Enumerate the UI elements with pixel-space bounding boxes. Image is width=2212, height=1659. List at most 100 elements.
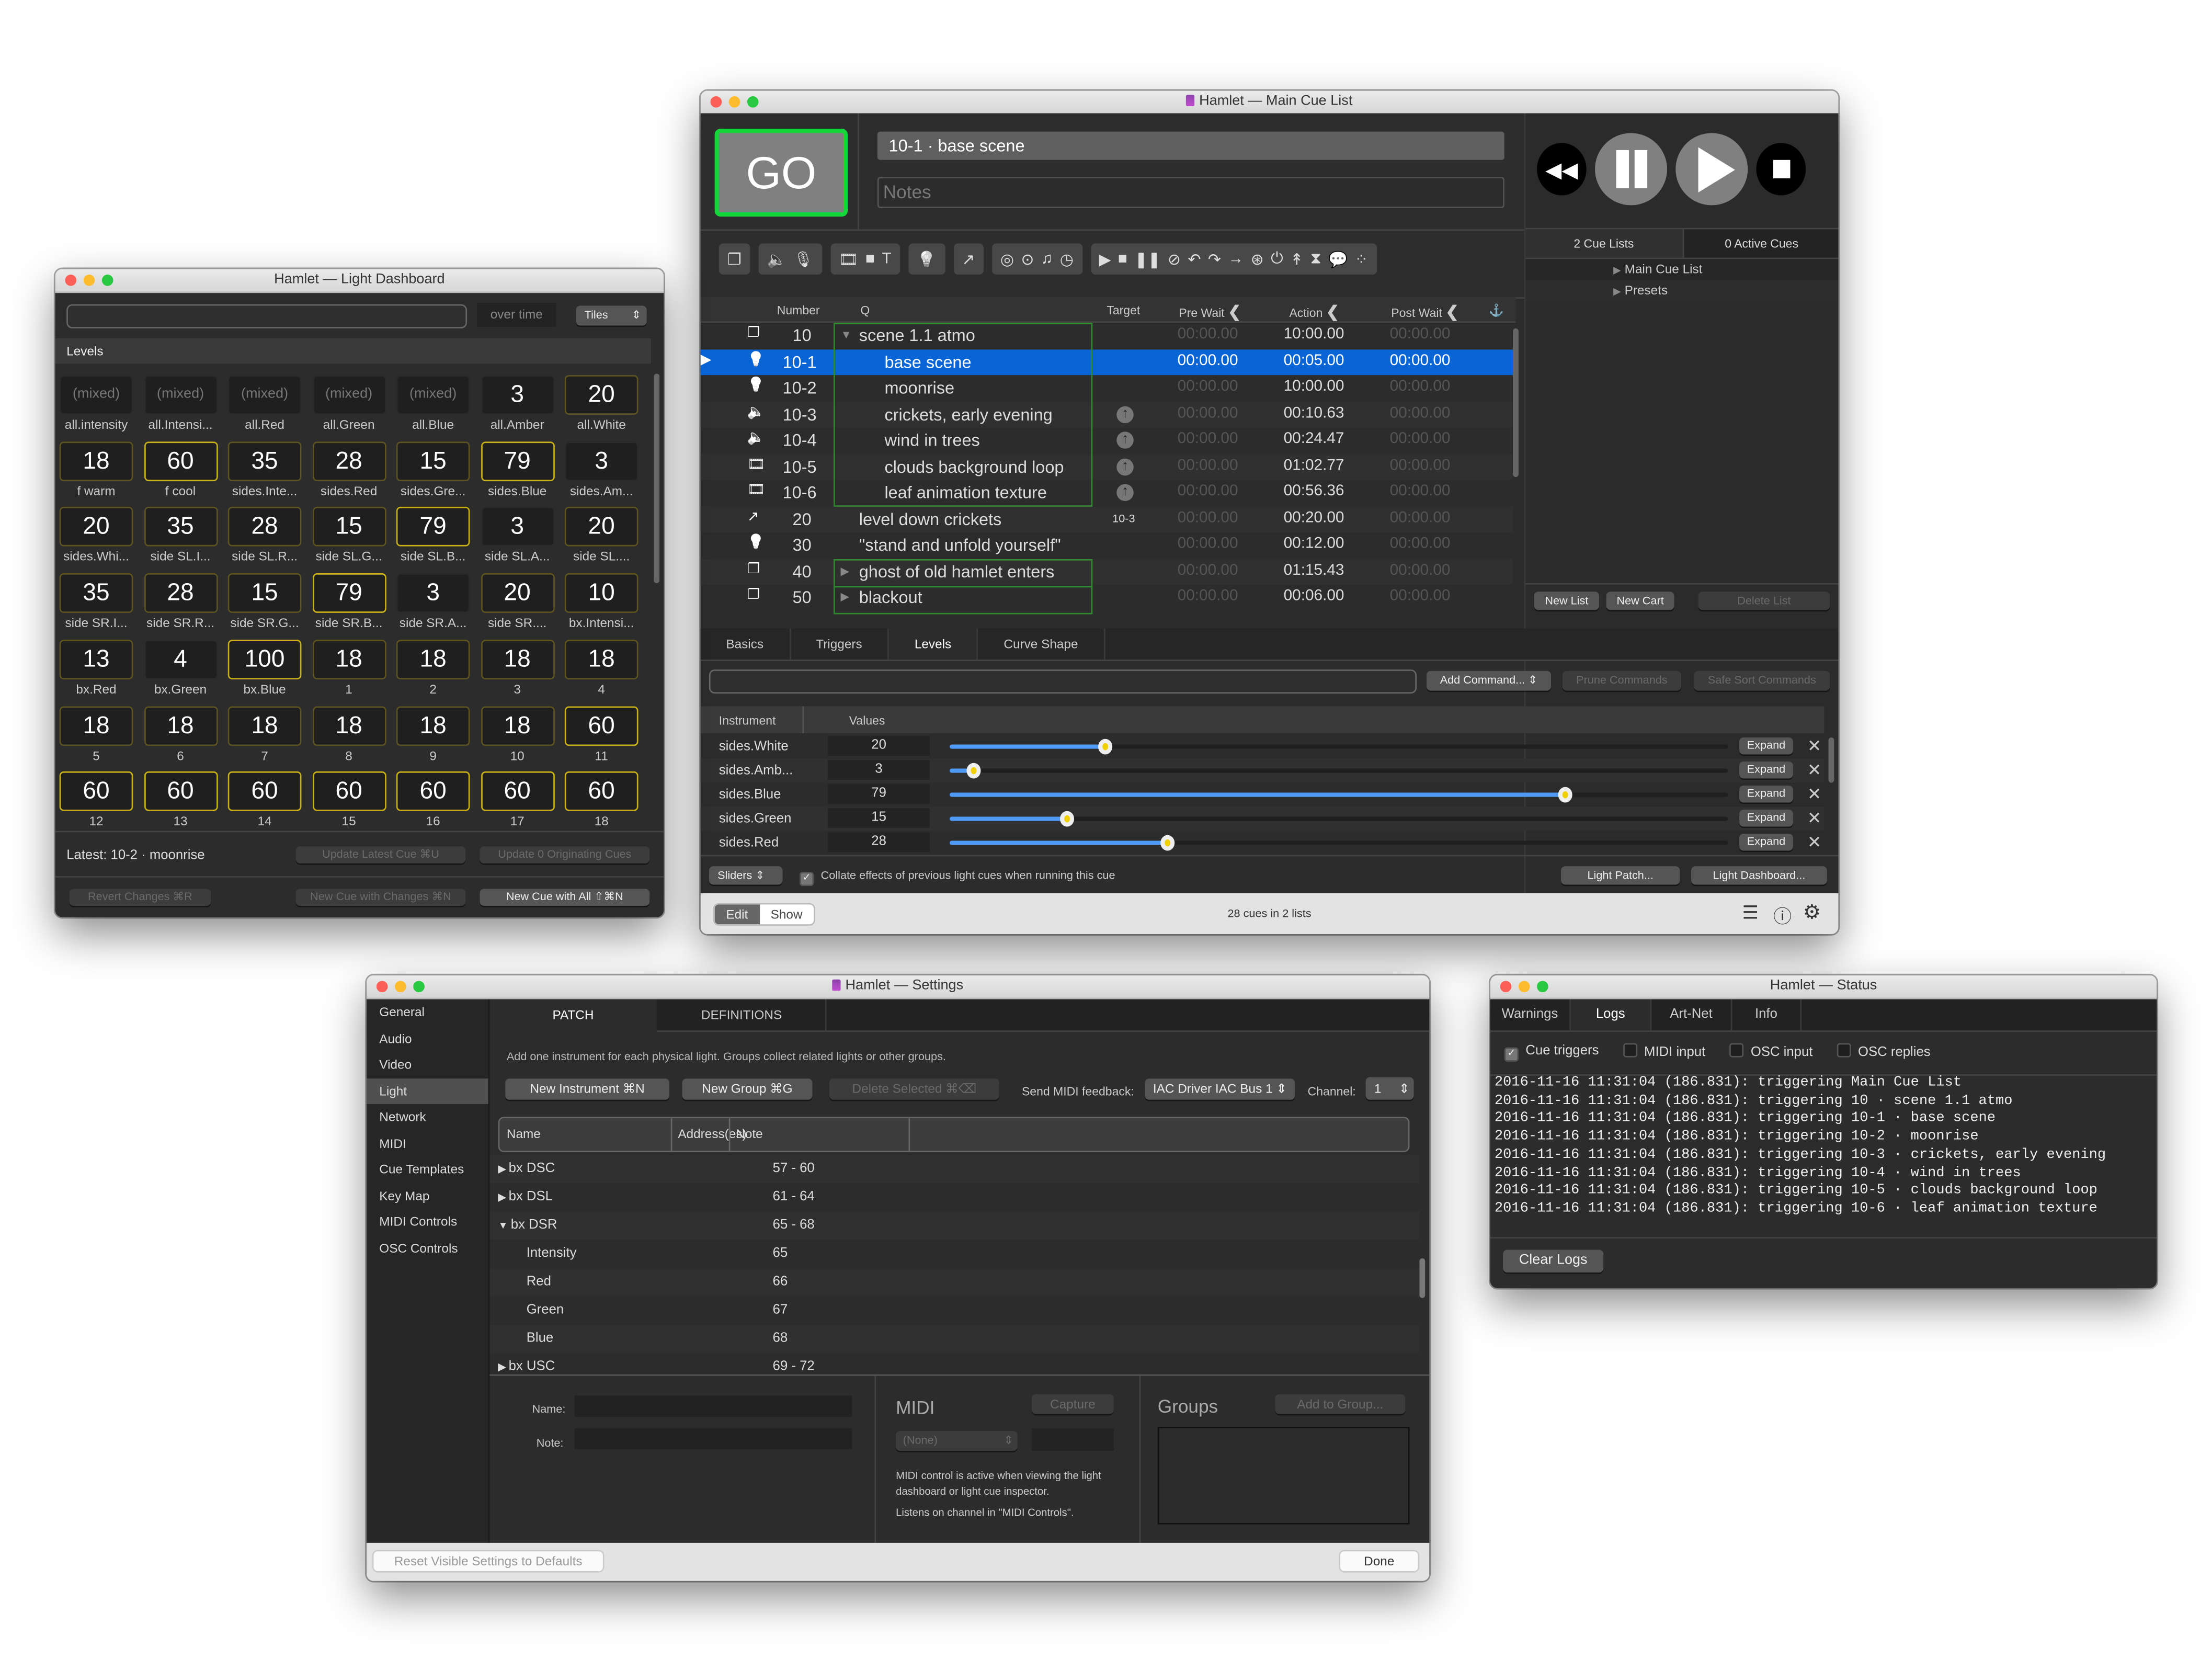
tab-logs[interactable]: Logs — [1570, 999, 1652, 1031]
filter-osc-replies[interactable]: OSC replies — [1837, 1043, 1931, 1062]
camera-icon[interactable]: ■ — [865, 251, 875, 267]
sidebar-item-key-map[interactable]: Key Map — [367, 1183, 488, 1209]
notes-field[interactable]: Notes — [877, 177, 1504, 208]
level-slider[interactable] — [949, 738, 1728, 755]
level-tile[interactable]: 28 — [227, 507, 302, 547]
cue-list-item[interactable]: ▶ Presets — [1525, 280, 1839, 302]
patch-row[interactable]: Red 66 — [489, 1268, 1420, 1297]
network-icon[interactable]: ◎ — [1000, 250, 1014, 268]
close-window-button[interactable] — [1500, 981, 1512, 993]
level-value-field[interactable]: 15 — [828, 808, 930, 828]
cue-row[interactable]: ▶ 💡 10-1 base scene 00:00.00 00:05.00 00:00.00 — [700, 349, 1513, 376]
sidebar-item-midi[interactable]: MIDI — [367, 1130, 488, 1156]
patch-row[interactable]: ▶ bx DSC 57 - 60 — [489, 1155, 1420, 1184]
col-action[interactable]: Action ❮ — [1289, 303, 1339, 321]
sidebar-item-cue-templates[interactable]: Cue Templates — [367, 1156, 488, 1183]
tab-basics[interactable]: Basics — [701, 628, 791, 660]
zoom-window-button[interactable] — [1537, 981, 1548, 993]
patch-row[interactable]: Intensity 65 — [489, 1240, 1419, 1268]
cue-row[interactable]: 🔈 10-4 wind in trees ↑ 00:00.00 00:24.47 00:00… — [701, 427, 1513, 453]
midi-type-select[interactable]: (None) ⇕ — [896, 1431, 1018, 1451]
level-tile[interactable]: 15 — [396, 441, 470, 481]
level-value-field[interactable]: 28 — [828, 832, 930, 853]
level-tile[interactable]: 18 — [227, 706, 302, 745]
dashboard-scrollbar[interactable] — [654, 373, 660, 583]
midi-icon[interactable]: ⊙ — [1021, 250, 1034, 268]
disclosure-triangle-icon[interactable]: ▶ — [498, 1193, 506, 1203]
new-instrument-button[interactable]: New Instrument ⌘N — [505, 1078, 670, 1100]
capture-button[interactable]: Capture — [1031, 1394, 1114, 1414]
mic-icon[interactable]: 🎙 — [793, 250, 813, 268]
cue-row[interactable]: 🎞 10-5 clouds background loop ↑ 00:00.00 01:0… — [700, 453, 1513, 480]
delete-selected-button[interactable]: Delete Selected ⌘⌫ — [829, 1078, 999, 1100]
level-tile[interactable]: 20 — [564, 507, 638, 547]
level-tile[interactable]: 60 — [143, 771, 218, 812]
cue-row[interactable]: ❐ 40 ▶ ghost of old hamlet enters 00:00.00 01… — [700, 558, 1513, 585]
level-tile[interactable]: (mixed) — [227, 375, 302, 415]
level-tile[interactable]: 60 — [59, 771, 133, 812]
patch-scrollbar[interactable] — [1419, 1258, 1426, 1298]
disclosure-triangle-icon[interactable]: ▶ — [498, 1363, 506, 1373]
tab-art-net[interactable]: Art-Net — [1651, 999, 1732, 1031]
sidebar-item-video[interactable]: Video — [367, 1052, 488, 1078]
level-tile[interactable]: (mixed) — [312, 375, 386, 415]
level-tile[interactable]: 35 — [143, 507, 218, 547]
tab-definitions[interactable]: DEFINITIONS — [658, 999, 827, 1031]
level-slider[interactable] — [949, 835, 1728, 851]
level-tile[interactable]: 60 — [564, 771, 638, 812]
light-icon[interactable]: 💡 — [917, 250, 936, 268]
add-to-group-button[interactable]: Add to Group... — [1275, 1394, 1406, 1414]
reset-icon[interactable]: ↶ — [1188, 250, 1201, 268]
sidebar-item-network[interactable]: Network — [367, 1104, 488, 1130]
level-tile[interactable]: 60 — [396, 771, 470, 812]
light-dashboard-button[interactable]: Light Dashboard... — [1691, 866, 1827, 885]
level-value-field[interactable]: 79 — [828, 784, 930, 804]
expand-button[interactable]: Expand — [1739, 810, 1793, 827]
cue-row[interactable]: 💡 30 "stand and unfold yourself" 00:00.00 00… — [701, 532, 1513, 559]
level-tile[interactable]: 18 — [480, 706, 554, 745]
play-button[interactable] — [1675, 133, 1748, 206]
level-tile[interactable]: 3 — [396, 573, 470, 613]
audio-icon[interactable]: 🔈 — [767, 250, 786, 268]
disarm-icon[interactable]: ↟ — [1290, 250, 1303, 268]
gear-icon[interactable]: ⚙ — [1803, 900, 1821, 924]
level-slider[interactable] — [949, 787, 1728, 803]
filter-osc-input[interactable]: OSC input — [1729, 1043, 1812, 1062]
update-originating-cues-button[interactable]: Update 0 Originating Cues — [480, 846, 650, 863]
sidebar-item-light[interactable]: Light — [366, 1077, 488, 1104]
pause-icon[interactable]: ❚❚ — [1134, 250, 1160, 268]
fade-icon[interactable]: ↗ — [962, 250, 975, 268]
cue-row[interactable]: 💡 10-2 moonrise 00:00.00 10:00.00 00:00.00 — [701, 375, 1513, 401]
level-tile[interactable]: 18 — [312, 706, 386, 745]
new-cue-with-changes-button[interactable]: New Cue with Changes ⌘N — [295, 889, 466, 906]
new-cue-with-all-button[interactable]: New Cue with All ⇧⌘N — [480, 889, 650, 906]
level-tile[interactable]: 18 — [143, 706, 218, 745]
close-window-button[interactable] — [65, 275, 77, 286]
minimize-window-button[interactable] — [395, 981, 406, 993]
slider-knob[interactable] — [1098, 738, 1113, 755]
level-tile[interactable]: 18 — [312, 639, 386, 679]
new-group-button[interactable]: New Group ⌘G — [682, 1078, 813, 1100]
level-value-field[interactable]: 3 — [828, 760, 930, 780]
done-button[interactable]: Done — [1340, 1551, 1418, 1571]
disclosure-triangle-icon[interactable]: ▶ — [498, 1165, 506, 1175]
text-icon[interactable]: T — [882, 251, 891, 267]
goto-icon[interactable]: → — [1228, 251, 1244, 267]
level-tile[interactable]: 18 — [396, 639, 470, 679]
music-icon[interactable]: ♫ — [1041, 251, 1053, 267]
level-tile[interactable]: 15 — [227, 573, 302, 613]
script-icon[interactable]: ⁘ — [1355, 250, 1368, 268]
tab-warnings[interactable]: Warnings — [1490, 999, 1571, 1031]
level-tile[interactable]: 3 — [480, 507, 554, 547]
video-icon[interactable]: 🎞 — [839, 250, 859, 268]
patch-row[interactable]: ▶ bx DSL 61 - 64 — [489, 1183, 1419, 1211]
col-note[interactable]: Note — [736, 1127, 762, 1141]
view-mode-select[interactable]: Tiles ⇕ — [576, 305, 647, 326]
level-tile[interactable]: 3 — [480, 375, 554, 415]
revert-changes-button[interactable]: Revert Changes ⌘R — [69, 889, 211, 906]
pause-button[interactable] — [1595, 133, 1668, 206]
level-tile[interactable]: 13 — [59, 639, 133, 679]
level-tile[interactable]: 10 — [564, 573, 638, 613]
arm-icon[interactable]: ⏻ — [1271, 250, 1283, 268]
midi-feedback-select[interactable]: IAC Driver IAC Bus 1 ⇕ — [1145, 1078, 1295, 1100]
